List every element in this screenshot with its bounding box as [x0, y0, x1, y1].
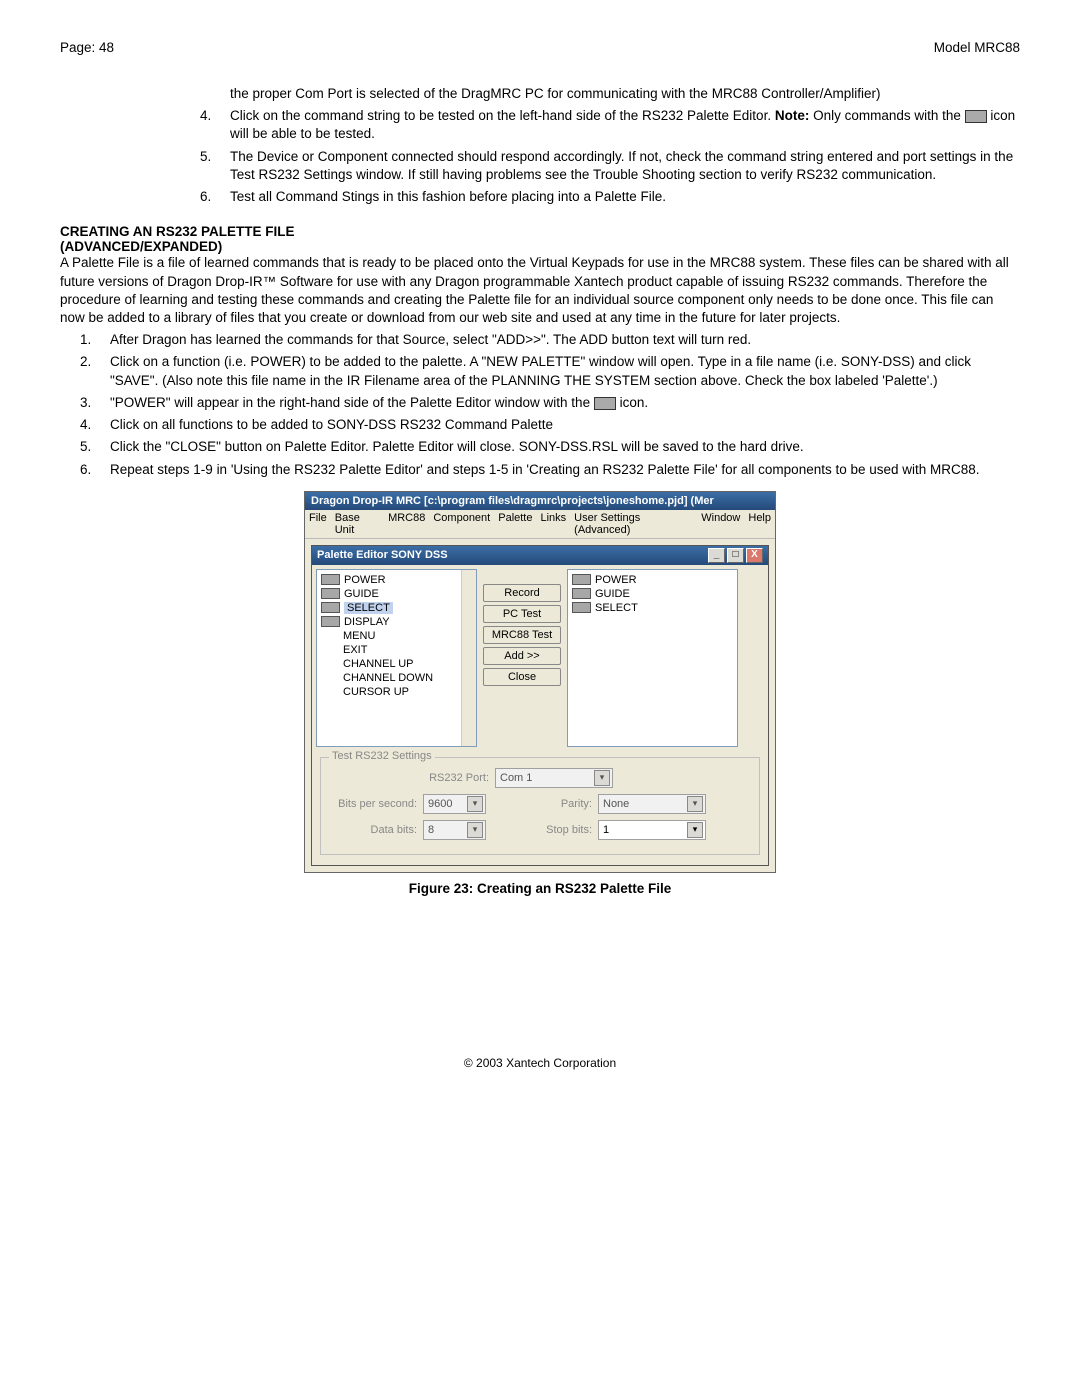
list-item: the proper Com Port is selected of the D… — [180, 85, 1020, 103]
window-titlebar[interactable]: Dragon Drop-IR MRC [c:\program files\dra… — [305, 492, 775, 510]
menu-help[interactable]: Help — [748, 512, 771, 536]
top-list: the proper Com Port is selected of the D… — [60, 85, 1020, 206]
record-button[interactable]: Record — [483, 584, 561, 602]
rs232-icon — [321, 602, 340, 613]
scrollbar[interactable] — [461, 570, 476, 746]
dragon-window: Dragon Drop-IR MRC [c:\program files\dra… — [304, 491, 776, 873]
figure-caption: Figure 23: Creating an RS232 Palette Fil… — [60, 881, 1020, 896]
rs232-icon — [321, 588, 340, 599]
rs232-icon — [572, 574, 591, 585]
close-button[interactable]: X — [746, 548, 763, 563]
palette-editor-title: Palette Editor SONY DSS — [317, 549, 448, 561]
chevron-down-icon: ▾ — [687, 796, 703, 812]
menu-window[interactable]: Window — [701, 512, 740, 536]
stopbits-label: Stop bits: — [532, 824, 592, 836]
menubar: File Base Unit MRC88 Component Palette L… — [305, 510, 775, 539]
palette-list[interactable]: POWER GUIDE SELECT — [567, 569, 738, 747]
list-item: 2. Click on a function (i.e. POWER) to b… — [60, 353, 1020, 389]
rs232port-label: RS232 Port: — [329, 772, 489, 784]
parity-combo[interactable]: None▾ — [598, 794, 706, 814]
palette-editor-titlebar[interactable]: Palette Editor SONY DSS _ □ X — [312, 546, 768, 565]
rs232-icon — [321, 574, 340, 585]
menu-mrc88[interactable]: MRC88 — [388, 512, 425, 536]
bps-combo[interactable]: 9600▾ — [423, 794, 486, 814]
paragraph: A Palette File is a file of learned comm… — [60, 254, 1020, 327]
list-item: 3. "POWER" will appear in the right-hand… — [60, 394, 1020, 412]
rs232-icon — [594, 397, 616, 410]
list-item: 4. Click on all functions to be added to… — [60, 416, 1020, 434]
button-column: Record PC Test MRC88 Test Add >> Close — [483, 569, 561, 747]
chevron-down-icon: ▾ — [687, 822, 703, 838]
test-rs232-settings-group: Test RS232 Settings RS232 Port: Com 1▾ B… — [320, 757, 760, 855]
section-subheading: (ADVANCED/EXPANDED) — [60, 239, 1020, 254]
parity-label: Parity: — [532, 798, 592, 810]
groupbox-legend: Test RS232 Settings — [329, 750, 435, 762]
chevron-down-icon: ▾ — [594, 770, 610, 786]
mrc88-test-button[interactable]: MRC88 Test — [483, 626, 561, 644]
rs232-icon — [965, 110, 987, 123]
palette-editor-window: Palette Editor SONY DSS _ □ X POWER GUID… — [311, 545, 769, 866]
model-label: Model MRC88 — [934, 40, 1020, 55]
maximize-button[interactable]: □ — [727, 548, 744, 563]
rs232-icon — [572, 602, 591, 613]
menu-usersettings[interactable]: User Settings (Advanced) — [574, 512, 693, 536]
source-command-list[interactable]: POWER GUIDE SELECT DISPLAY MENU EXIT CHA… — [316, 569, 477, 747]
page-header: Page: 48 Model MRC88 — [60, 40, 1020, 55]
section-heading: CREATING AN RS232 PALETTE FILE — [60, 224, 1020, 239]
list-item: 4. Click on the command string to be tes… — [180, 107, 1020, 143]
databits-combo[interactable]: 8▾ — [423, 820, 486, 840]
rs232port-combo[interactable]: Com 1▾ — [495, 768, 613, 788]
list-item: 6. Repeat steps 1-9 in 'Using the RS232 … — [60, 461, 1020, 479]
chevron-down-icon: ▾ — [467, 796, 483, 812]
chevron-down-icon: ▾ — [467, 822, 483, 838]
menu-component[interactable]: Component — [433, 512, 490, 536]
menu-links[interactable]: Links — [540, 512, 566, 536]
stopbits-combo[interactable]: 1▾ — [598, 820, 706, 840]
menu-palette[interactable]: Palette — [498, 512, 532, 536]
list-item: 5. The Device or Component connected sho… — [180, 148, 1020, 184]
add-button[interactable]: Add >> — [483, 647, 561, 665]
bps-label: Bits per second: — [329, 798, 417, 810]
list-item: 1. After Dragon has learned the commands… — [60, 331, 1020, 349]
page-footer: © 2003 Xantech Corporation — [60, 1056, 1020, 1070]
close-button[interactable]: Close — [483, 668, 561, 686]
pc-test-button[interactable]: PC Test — [483, 605, 561, 623]
databits-label: Data bits: — [329, 824, 417, 836]
minimize-button[interactable]: _ — [708, 548, 725, 563]
page-number: Page: 48 — [60, 40, 114, 55]
list-item: 5. Click the "CLOSE" button on Palette E… — [60, 438, 1020, 456]
rs232-icon — [572, 588, 591, 599]
steps-list: 1. After Dragon has learned the commands… — [60, 331, 1020, 479]
menu-file[interactable]: File — [309, 512, 327, 536]
rs232-icon — [321, 616, 340, 627]
menu-baseunit[interactable]: Base Unit — [335, 512, 380, 536]
list-item: 6. Test all Command Stings in this fashi… — [180, 188, 1020, 206]
